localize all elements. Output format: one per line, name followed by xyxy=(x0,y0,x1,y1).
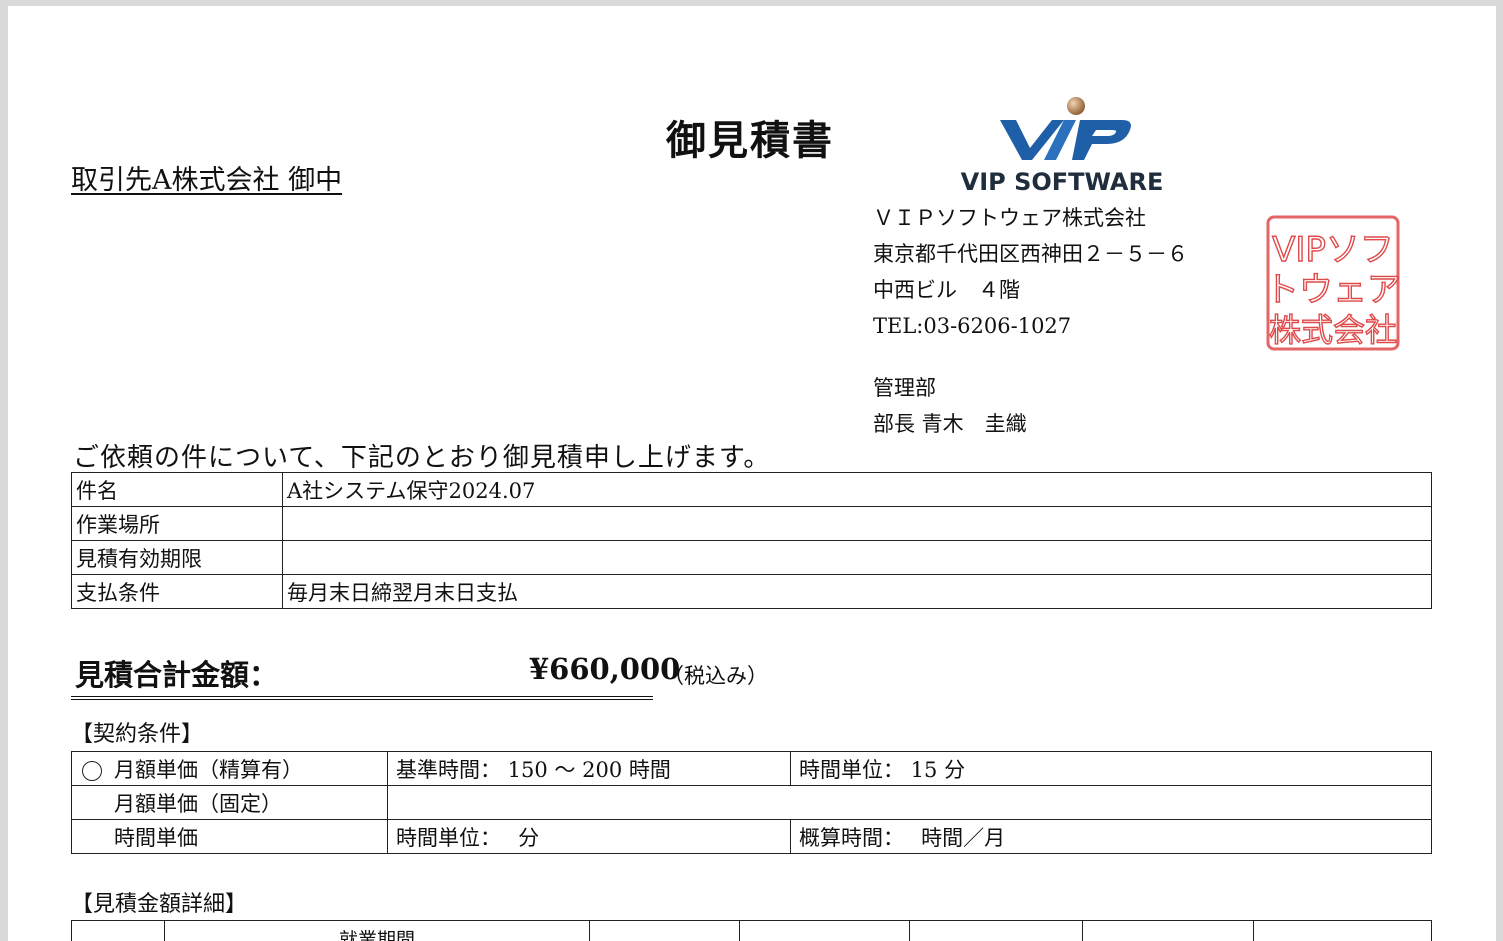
contract-type-cell: 月額単価（精算有） xyxy=(71,751,388,786)
contract-cell xyxy=(387,785,1432,820)
detail-header-cell xyxy=(909,920,1083,941)
total-amount: ¥660,000 xyxy=(529,652,681,686)
table-row: 見積有効期限 xyxy=(71,540,1432,575)
detail-period-header: 就業期間 xyxy=(164,920,590,941)
table-row: 作業場所 xyxy=(71,506,1432,541)
contract-type: 時間単価 xyxy=(114,825,198,850)
intro-text: ご依頼の件について、下記のとおり御見積申し上げます。 xyxy=(73,443,771,473)
client-name: 取引先A株式会社 御中 xyxy=(71,165,343,196)
company-seal-stamp: VIPソフ トウェア 株式会社 xyxy=(1264,215,1402,351)
total-label: 見積合計金額： xyxy=(75,658,279,692)
svg-text:VIPソフ: VIPソフ xyxy=(1272,230,1394,270)
contract-type-cell: 時間単価 xyxy=(71,819,388,854)
detail-heading: 【見積金額詳細】 xyxy=(71,892,248,917)
info-value: A社システム保守2024.07 xyxy=(282,472,1432,507)
info-label: 件名 xyxy=(71,472,283,507)
contract-heading: 【契約条件】 xyxy=(71,722,204,747)
info-label: 支払条件 xyxy=(71,574,283,609)
table-row: 就業期間 xyxy=(71,920,1432,941)
info-label: 作業場所 xyxy=(71,506,283,541)
issuer-block: ＶＩＰソフトウェア株式会社 東京都千代田区西神田２－５－６ 中西ビル ４階 TE… xyxy=(873,200,1188,442)
contract-cell: 時間単位： 分 xyxy=(387,819,791,854)
info-value: 毎月末日締翌月末日支払 xyxy=(282,574,1432,609)
detail-header-cell xyxy=(71,920,165,941)
info-label: 見積有効期限 xyxy=(71,540,283,575)
contract-cell: 概算時間： 時間／月 xyxy=(790,819,1432,854)
contract-table: 月額単価（精算有） 基準時間： 150 ～ 200 時間 時間単位： 15 分 … xyxy=(71,751,1432,854)
issuer-address-line2: 中西ビル ４階 xyxy=(873,278,1020,302)
issuer-department: 管理部 xyxy=(873,376,936,400)
info-table: 件名 A社システム保守2024.07 作業場所 見積有効期限 支払条件 毎月末日… xyxy=(71,472,1432,609)
contract-type: 月額単価（固定） xyxy=(114,791,282,816)
svg-text:株式会社: 株式会社 xyxy=(1269,311,1397,349)
table-row: 件名 A社システム保守2024.07 xyxy=(71,472,1432,507)
radio-blank-icon[interactable] xyxy=(82,829,102,849)
issuer-person: 部長 青木 圭織 xyxy=(873,412,1027,436)
tax-note: （税込み） xyxy=(663,664,768,688)
svg-text:トウェア: トウェア xyxy=(1265,270,1401,310)
info-value xyxy=(282,540,1432,575)
issuer-name: ＶＩＰソフトウェア株式会社 xyxy=(873,206,1146,230)
detail-table: 就業期間 xyxy=(71,920,1432,941)
svg-text:VIP SOFTWARE: VIP SOFTWARE xyxy=(961,168,1164,194)
table-row: 月額単価（固定） xyxy=(71,785,1432,820)
table-row: 支払条件 毎月末日締翌月末日支払 xyxy=(71,574,1432,609)
contract-type: 月額単価（精算有） xyxy=(114,757,303,782)
detail-header-cell xyxy=(739,920,910,941)
issuer-tel: TEL:03-6206-1027 xyxy=(873,314,1072,338)
table-row: 時間単価 時間単位： 分 概算時間： 時間／月 xyxy=(71,819,1432,854)
document-title: 御見積書 xyxy=(666,117,834,164)
detail-header-cell xyxy=(589,920,740,941)
info-value xyxy=(282,506,1432,541)
radio-circle-icon[interactable] xyxy=(82,761,102,781)
contract-type-cell: 月額単価（固定） xyxy=(71,785,388,820)
total-amount-box: 見積合計金額： ¥660,000 xyxy=(71,648,680,700)
document-page: 御見積書 取引先A株式会社 御中 VIP SOFTWARE ＶＩＰソフトウェア株… xyxy=(8,6,1496,941)
issuer-address-line1: 東京都千代田区西神田２－５－６ xyxy=(873,242,1188,266)
table-row: 月額単価（精算有） 基準時間： 150 ～ 200 時間 時間単位： 15 分 xyxy=(71,751,1432,786)
contract-cell: 時間単位： 15 分 xyxy=(790,751,1432,786)
contract-cell: 基準時間： 150 ～ 200 時間 xyxy=(387,751,791,786)
detail-header-cell xyxy=(1253,920,1432,941)
detail-header-cell xyxy=(1082,920,1254,941)
vip-software-logo: VIP SOFTWARE xyxy=(961,97,1164,194)
radio-blank-icon[interactable] xyxy=(82,795,102,815)
